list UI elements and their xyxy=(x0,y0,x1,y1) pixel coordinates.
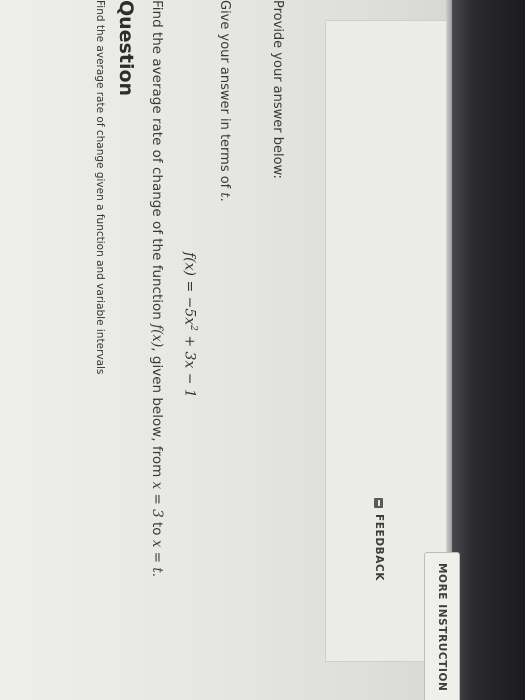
more-instructions-button[interactable]: MORE INSTRUCTION xyxy=(424,552,460,700)
section-heading: Question xyxy=(115,0,137,97)
question-function: f(x) xyxy=(149,324,165,348)
feedback-icon xyxy=(374,498,384,508)
question-middle: , given below, from xyxy=(149,347,165,482)
formula-lhs: f(x) = −5x xyxy=(181,252,198,326)
formula-rhs: + 3x − 1 xyxy=(181,330,198,398)
question-page: Find the average rate of change given a … xyxy=(0,0,460,700)
photo-frame: Find the average rate of change given a … xyxy=(0,0,525,700)
feedback-label: FEEDBACK xyxy=(373,514,385,582)
question-to: x = t xyxy=(149,539,165,573)
question-to-word: to xyxy=(149,517,165,540)
instruction-suffix: . xyxy=(217,197,232,202)
more-instructions-label: MORE INSTRUCTION xyxy=(436,563,448,692)
feedback-button[interactable]: FEEDBACK xyxy=(368,498,390,581)
breadcrumb: Find the average rate of change given a … xyxy=(94,0,106,375)
question-text: Find the average rate of change of the f… xyxy=(149,0,165,577)
question-prefix: Find the average rate of change of the f… xyxy=(149,0,165,325)
provide-answer-label: Provide your answer below: xyxy=(270,0,285,179)
answer-instruction: Give your answer in terms of t. xyxy=(217,0,232,202)
question-from: x = 3 xyxy=(149,481,165,518)
monitor-bezel xyxy=(452,0,525,700)
instruction-prefix: Give your answer in terms of xyxy=(217,0,232,193)
question-suffix: . xyxy=(149,572,165,578)
function-formula: f(x) = −5x2 + 3x − 1 xyxy=(181,252,198,398)
